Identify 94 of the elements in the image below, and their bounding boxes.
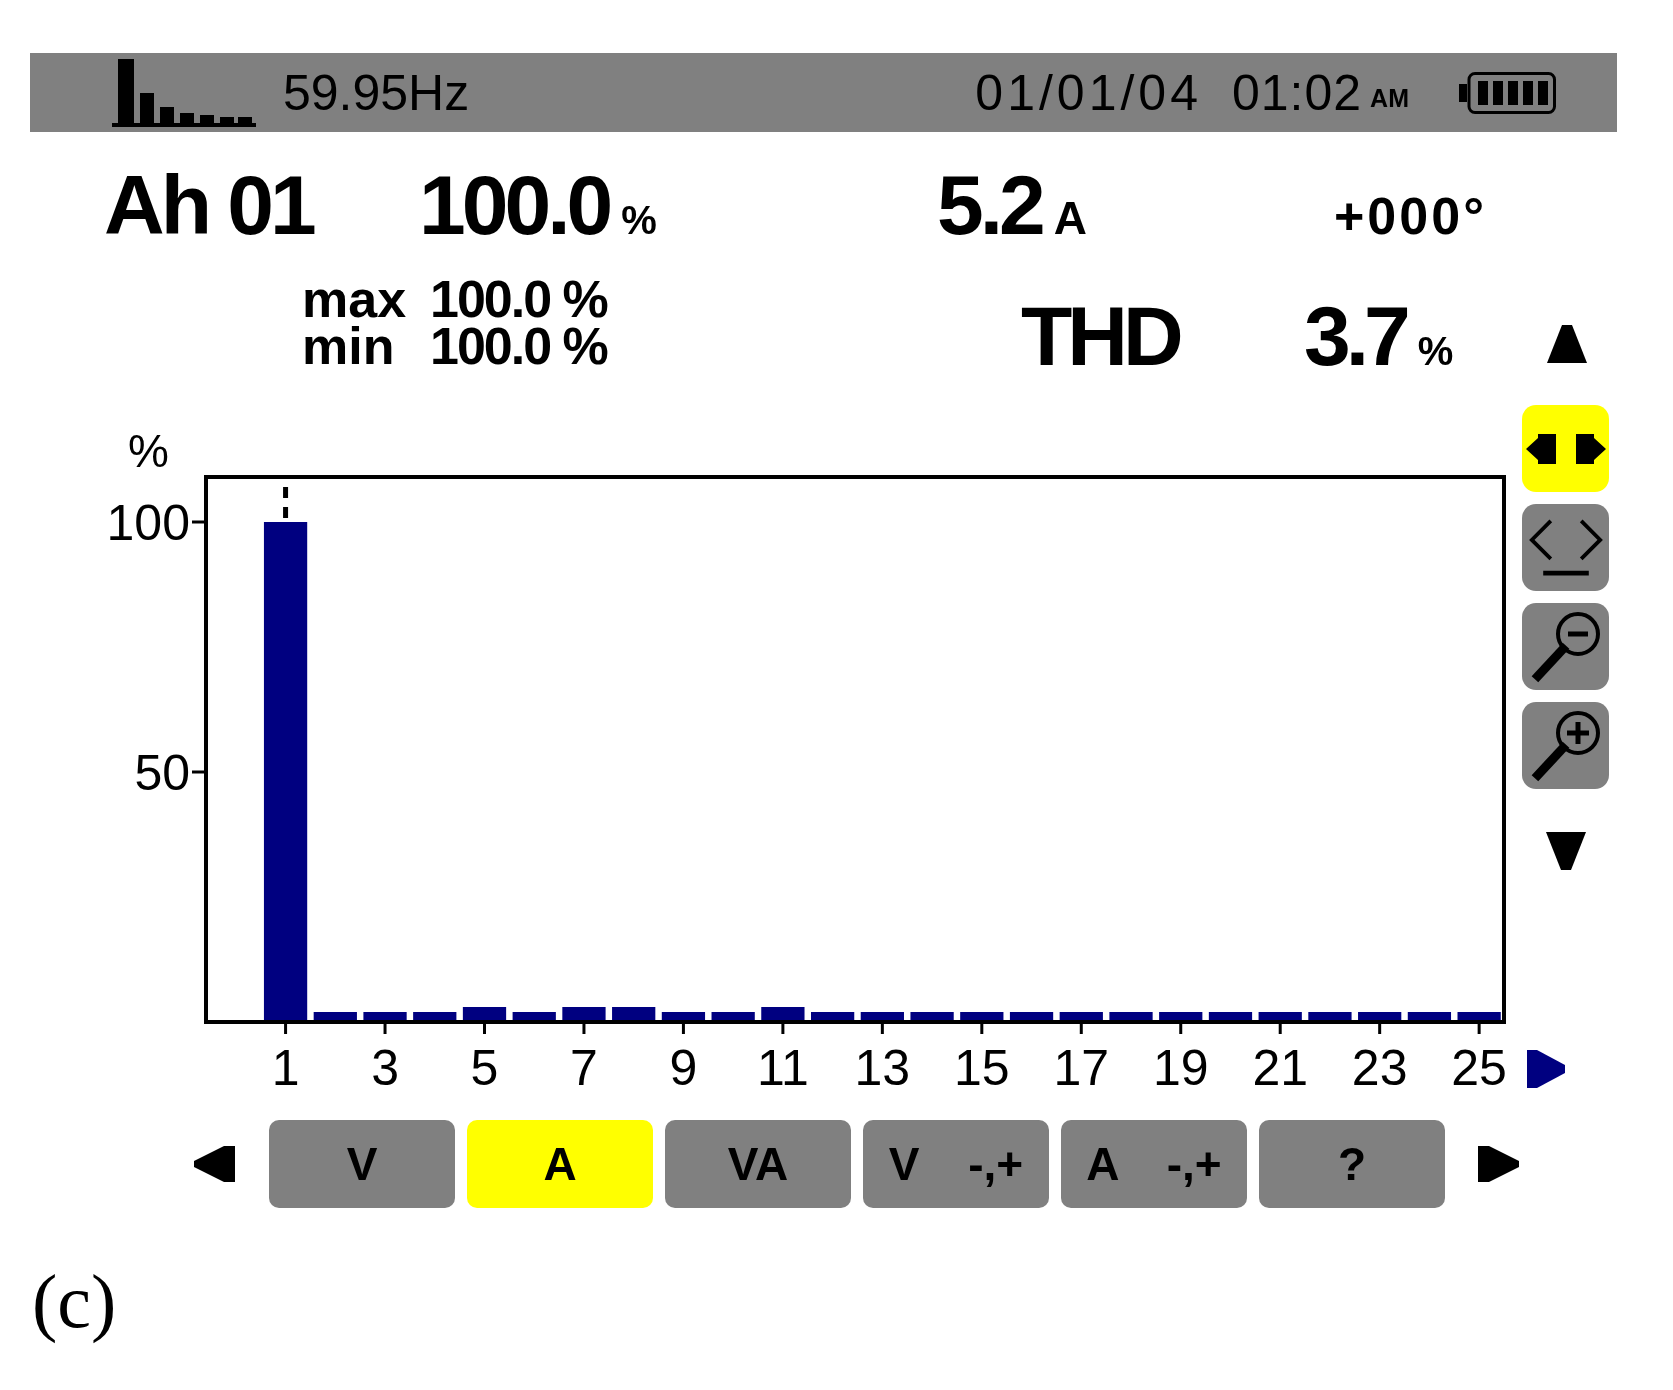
tick-mark <box>582 1024 586 1034</box>
y-axis-unit: % <box>128 425 169 477</box>
battery-icon <box>1459 71 1556 114</box>
x-tick-label: 19 <box>1152 1040 1209 1095</box>
harmonic-bar <box>860 1012 904 1020</box>
channel-tab[interactable]: A -,+ <box>1061 1120 1247 1208</box>
harmonic-bar <box>1009 1012 1054 1020</box>
phase-angle: +000° <box>1334 190 1488 242</box>
channel-tab[interactable]: V -,+ <box>863 1120 1049 1208</box>
channel-tab[interactable]: VA <box>665 1120 851 1208</box>
x-tick-label: 7 <box>570 1040 598 1095</box>
harmonic-bar <box>413 1012 457 1020</box>
tick-mark <box>781 1024 785 1034</box>
harmonic-bar <box>1258 1012 1302 1020</box>
harmonic-bar <box>1358 1012 1402 1020</box>
tick-mark <box>483 1024 486 1034</box>
y-tick-label: 100 <box>106 495 190 551</box>
min-label: min <box>302 323 395 370</box>
x-tick-label: 23 <box>1351 1040 1408 1095</box>
percent-value: 100.0 <box>419 163 610 247</box>
harmonic-bar <box>612 1007 656 1020</box>
y-tick-label: 50 <box>134 745 190 801</box>
harmonic-bar <box>562 1007 606 1020</box>
tick-mark <box>1477 1024 1481 1034</box>
tick-mark <box>980 1024 984 1034</box>
zoom-reset-button[interactable] <box>1522 504 1609 591</box>
histogram-icon <box>112 58 256 127</box>
harmonic-bar <box>1159 1012 1203 1020</box>
arrow-down-icon <box>1545 832 1586 870</box>
meridiem-text: AM <box>1370 84 1409 113</box>
harmonic-bar <box>1457 1012 1501 1020</box>
current-unit: A <box>1053 195 1087 241</box>
x-tick-label: 21 <box>1252 1040 1308 1095</box>
thd-unit: % <box>1417 334 1454 367</box>
harmonic-bar <box>910 1012 954 1020</box>
thd-label: THD <box>1021 302 1181 370</box>
tick-mark <box>681 1024 685 1034</box>
harmonic-bar <box>1308 1012 1352 1020</box>
tick-mark <box>1179 1024 1183 1034</box>
harmonic-bar <box>313 1012 357 1020</box>
harmonic-bar <box>1059 1012 1103 1020</box>
zoom-in-button[interactable] <box>1522 702 1609 789</box>
tick-mark <box>1079 1024 1083 1034</box>
x-tick-label: 1 <box>271 1040 300 1095</box>
zoom-in-icon <box>1529 708 1602 783</box>
min-value: 100.0 % <box>430 323 607 370</box>
harmonic-bar <box>512 1012 556 1020</box>
max-value: 100.0 % <box>430 276 607 323</box>
channel-tab[interactable]: A <box>467 1120 653 1208</box>
thd-value: 3.7 <box>1304 302 1406 370</box>
time-text: 01:02 <box>1232 67 1363 118</box>
angle-brackets-icon <box>1527 519 1604 576</box>
channel-tab[interactable]: ? <box>1259 1120 1445 1208</box>
tick-mark <box>1278 1024 1282 1034</box>
arrow-up-icon <box>1547 325 1587 363</box>
zoom-out-button[interactable] <box>1522 603 1609 690</box>
arrow-right-icon <box>1478 1146 1519 1182</box>
x-tick-label: 13 <box>854 1040 911 1095</box>
tick-mark <box>284 1024 288 1034</box>
harmonic-bar <box>960 1012 1004 1020</box>
harmonic-bar <box>661 1012 706 1020</box>
arrow-right-icon <box>1527 1050 1565 1088</box>
x-tick-label: 11 <box>756 1040 809 1095</box>
tick-mark <box>1378 1024 1382 1034</box>
max-label: max <box>302 276 407 323</box>
frequency-reading: 59.95Hz <box>283 67 470 118</box>
arrow-left-icon <box>194 1146 235 1182</box>
channel-tab[interactable]: V <box>269 1120 455 1208</box>
harmonic-bar <box>1109 1012 1153 1020</box>
zoom-out-icon <box>1529 609 1602 684</box>
date-text: 01/01/04 <box>975 67 1202 118</box>
left-right-arrows-icon <box>1525 433 1606 464</box>
cursor-button[interactable] <box>1522 405 1609 492</box>
current-value: 5.2 <box>937 163 1042 247</box>
tick-mark <box>192 770 204 774</box>
harmonic-bar <box>761 1007 805 1020</box>
harmonic-order: Ah 01 <box>104 163 315 247</box>
cursor-line <box>283 487 289 519</box>
tick-mark <box>383 1024 387 1034</box>
tick-mark <box>880 1024 884 1034</box>
harmonic-bar <box>811 1012 855 1020</box>
x-tick-label: 9 <box>669 1040 698 1095</box>
x-tick-label: 15 <box>954 1040 1010 1095</box>
x-tick-label: 25 <box>1451 1040 1507 1095</box>
x-tick-label: 3 <box>371 1040 399 1095</box>
x-tick-label: 5 <box>470 1040 499 1095</box>
harmonic-bar <box>363 1012 407 1020</box>
harmonic-bar <box>711 1012 755 1020</box>
harmonic-bar <box>1407 1012 1452 1020</box>
tick-mark <box>192 520 204 524</box>
percent-unit: % <box>621 200 657 240</box>
harmonic-bar <box>1208 1012 1253 1020</box>
harmonic-bar <box>462 1007 507 1020</box>
x-tick-label: 17 <box>1053 1040 1110 1095</box>
